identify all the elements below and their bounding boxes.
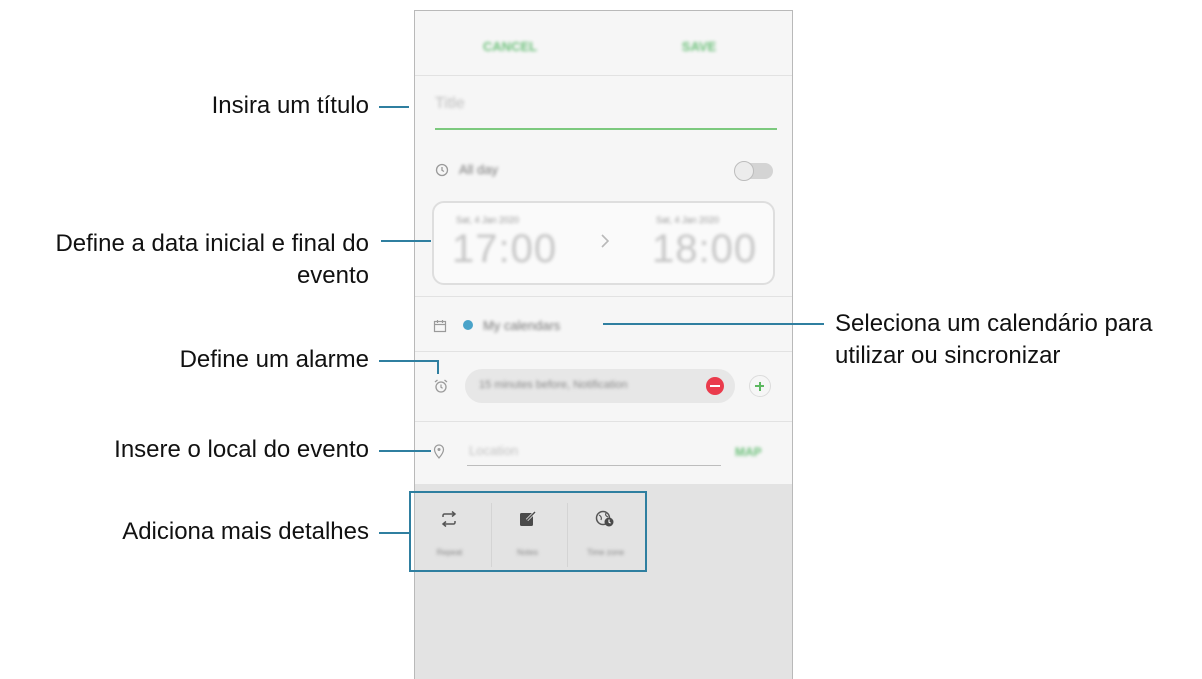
details-highlight-frame xyxy=(409,491,647,572)
phone-screen: CANCEL SAVE Title All day Sat, 4 Jan 202… xyxy=(414,10,793,679)
event-form: CANCEL SAVE Title All day Sat, 4 Jan 202… xyxy=(415,11,792,484)
chevron-right-icon xyxy=(600,233,610,249)
cancel-button[interactable]: CANCEL xyxy=(475,39,545,54)
callout-calendar-2: utilizar ou sincronizar xyxy=(835,342,1061,369)
callout-alarm: Define um alarme xyxy=(179,346,369,373)
alarm-icon xyxy=(433,378,449,394)
calendar-icon xyxy=(433,319,447,333)
end-time[interactable]: 18:00 xyxy=(652,227,757,272)
map-button[interactable]: MAP xyxy=(735,445,762,459)
allday-label: All day xyxy=(459,162,499,177)
title-underline xyxy=(435,128,777,130)
callout-line-date xyxy=(381,240,431,242)
callout-line-alarm xyxy=(379,360,439,362)
remove-alarm-icon[interactable] xyxy=(706,377,724,395)
callout-title: Insira um título xyxy=(211,92,369,119)
callout-line-calendar xyxy=(603,323,824,325)
callout-date-2: evento xyxy=(296,262,369,289)
callout-line-alarm-drop xyxy=(437,360,439,374)
calendar-color-dot xyxy=(463,320,473,330)
allday-toggle[interactable] xyxy=(734,161,773,181)
add-alarm-icon[interactable] xyxy=(749,375,771,397)
callout-location: Insere o local do evento xyxy=(114,436,369,463)
callout-line-details xyxy=(379,532,409,534)
callout-calendar-1: Seleciona um calendário para xyxy=(835,310,1153,337)
alarm-selector[interactable]: 15 minutes before, Notification xyxy=(465,369,735,403)
callout-line-location xyxy=(379,450,431,452)
location-input[interactable]: Location xyxy=(469,443,518,458)
title-input[interactable]: Title xyxy=(435,95,465,113)
location-pin-icon xyxy=(433,443,445,459)
start-time[interactable]: 17:00 xyxy=(452,227,557,272)
callout-date-1: Define a data inicial e final do xyxy=(55,230,369,257)
callout-line-title xyxy=(379,106,409,108)
start-date[interactable]: Sat, 4 Jan 2020 xyxy=(456,215,519,225)
end-date[interactable]: Sat, 4 Jan 2020 xyxy=(656,215,719,225)
save-button[interactable]: SAVE xyxy=(669,39,729,54)
calendar-selector[interactable]: My calendars xyxy=(483,318,560,333)
clock-icon xyxy=(435,163,449,177)
alarm-value: 15 minutes before, Notification xyxy=(479,379,628,391)
callout-details: Adiciona mais detalhes xyxy=(122,518,369,545)
location-underline xyxy=(467,465,721,466)
date-time-box: Sat, 4 Jan 2020 17:00 Sat, 4 Jan 2020 18… xyxy=(432,201,775,285)
